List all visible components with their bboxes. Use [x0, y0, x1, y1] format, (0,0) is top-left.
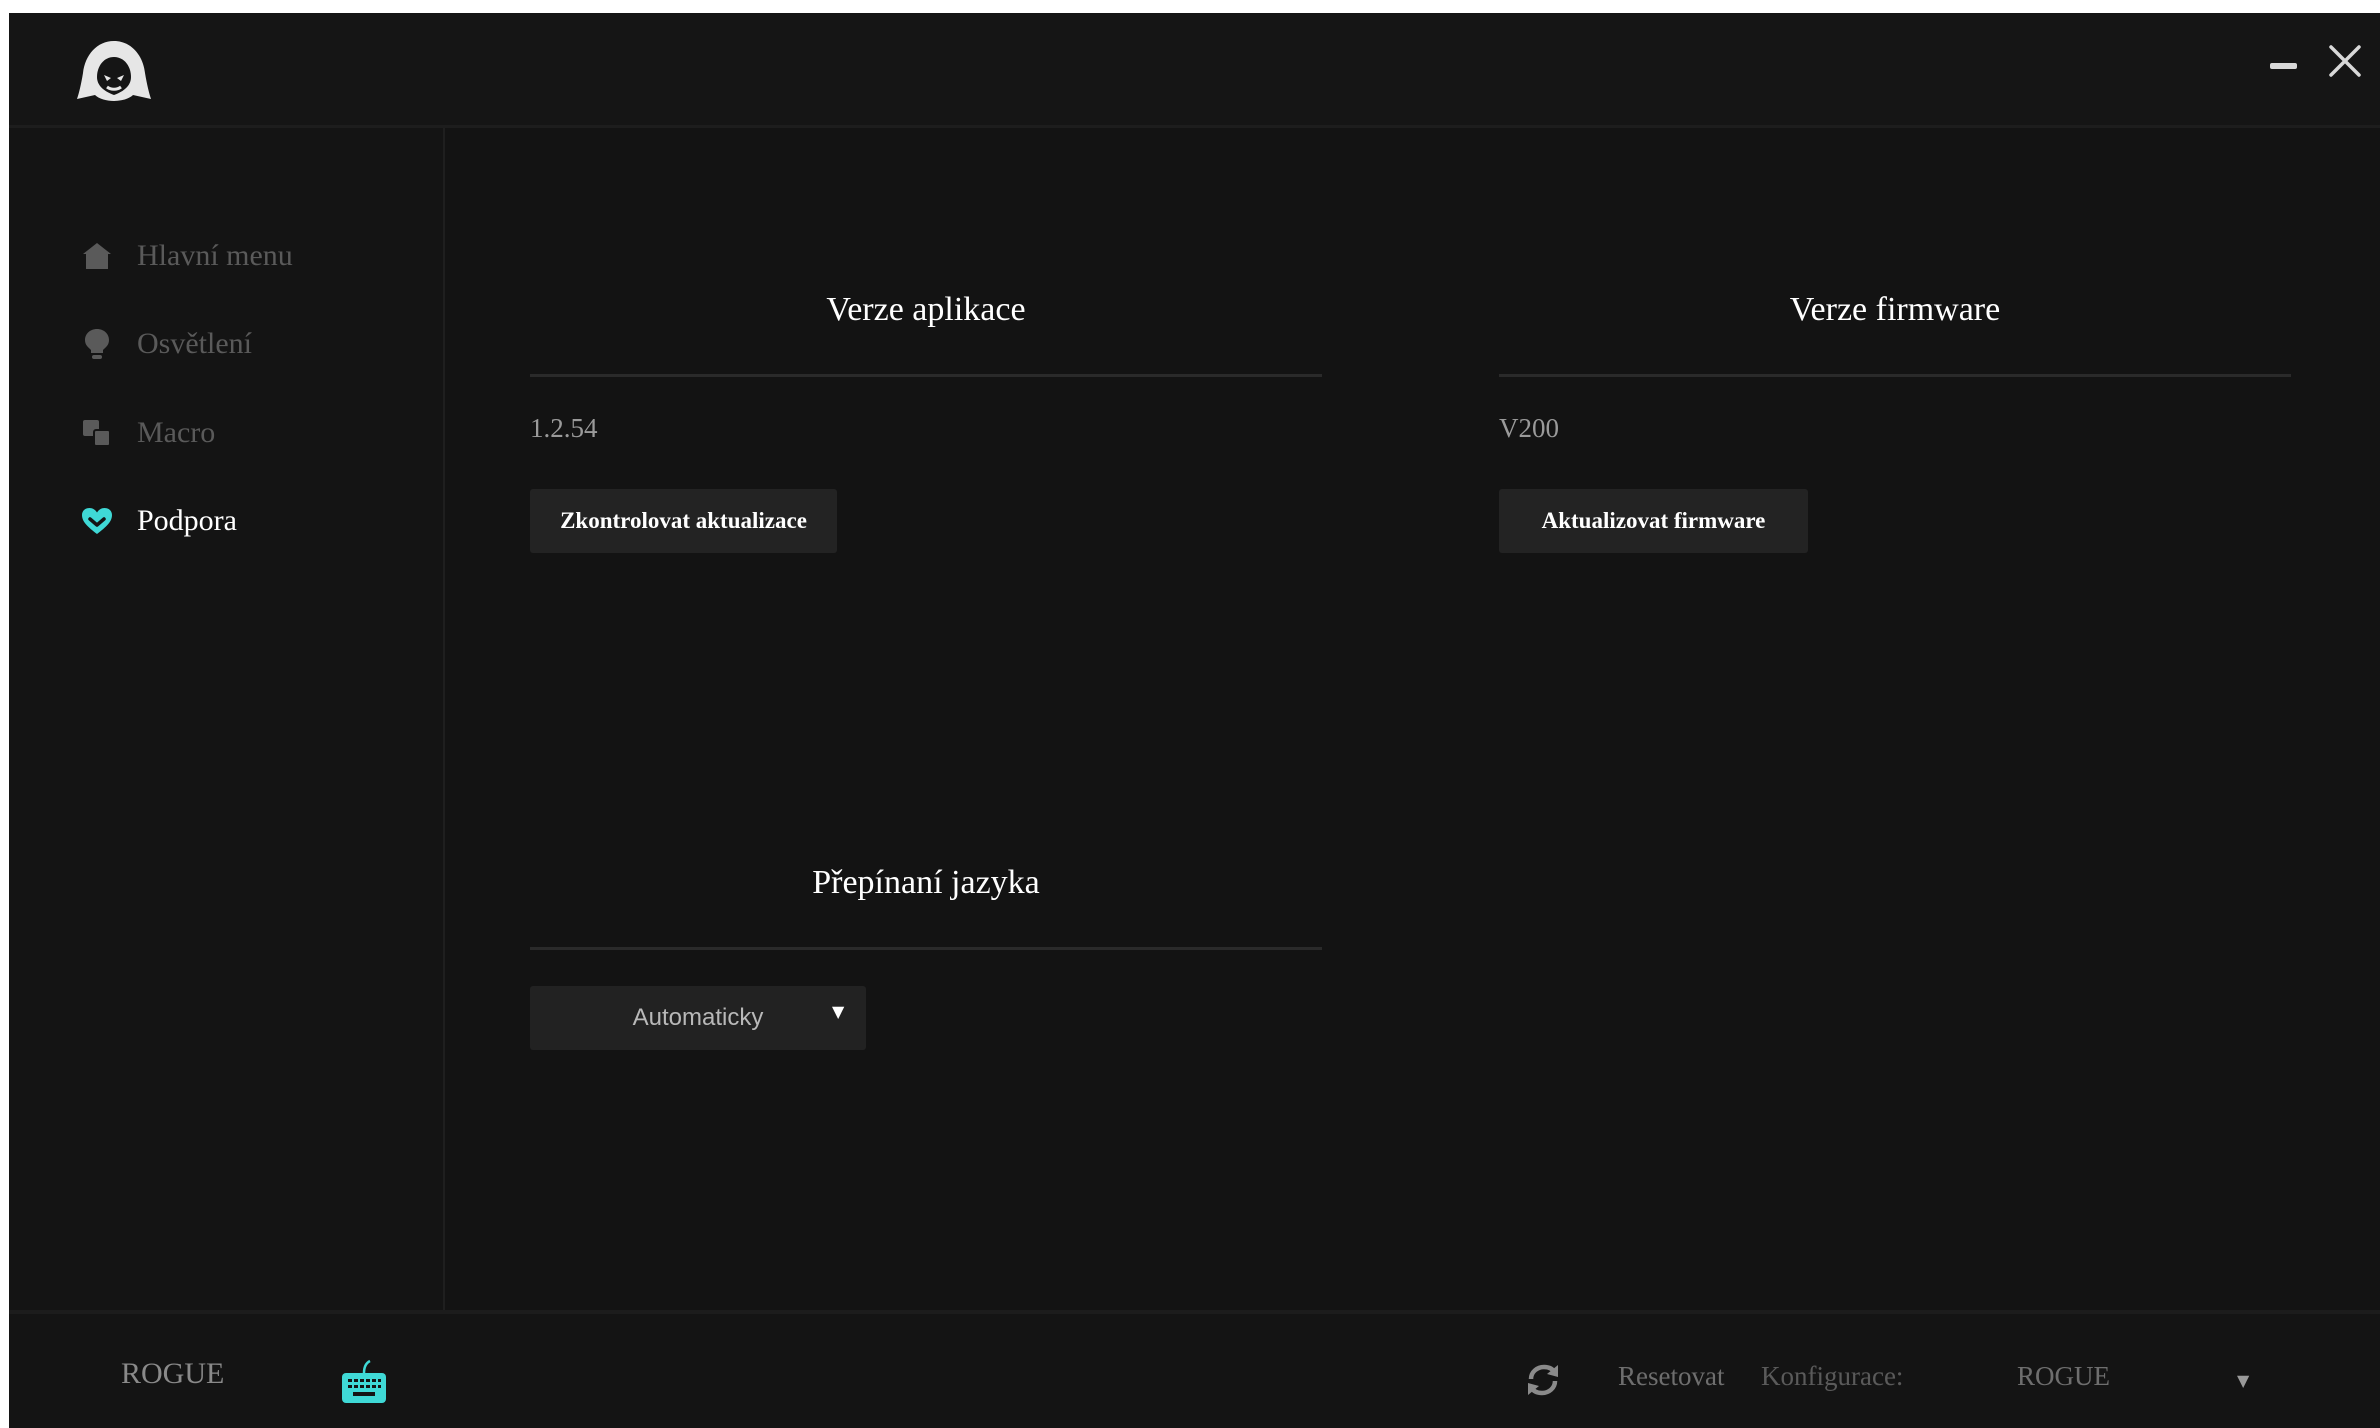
sidebar-item-label: Macro — [137, 416, 216, 449]
hooded-figure-logo-icon — [77, 41, 151, 101]
config-select-value[interactable]: ROGUE — [2017, 1361, 2110, 1392]
language-title: Přepínaní jazyka — [812, 864, 1040, 901]
sidebar-item-macro[interactable]: Macro — [81, 408, 215, 458]
refresh-icon[interactable] — [1523, 1361, 1563, 1399]
dropdown-arrow-icon: ▼ — [832, 1002, 845, 1021]
sidebar-item-label: Osvětlení — [137, 327, 252, 360]
heart-icon — [81, 505, 113, 537]
reset-button[interactable]: Resetovat — [1618, 1361, 1724, 1392]
app-version-value: 1.2.54 — [530, 413, 598, 443]
language-select-value: Automaticky — [632, 1004, 764, 1031]
sidebar-item-osvetleni[interactable]: Osvětlení — [81, 319, 252, 369]
app-window: Hlavní menu Osvětlení Macro Podpora Verz… — [9, 13, 2380, 1428]
config-label: Konfigurace: — [1761, 1361, 1904, 1391]
sidebar-divider — [443, 128, 445, 1310]
language-select[interactable]: Automaticky ▼ — [530, 986, 866, 1050]
sidebar-item-hlavni-menu[interactable]: Hlavní menu — [81, 231, 293, 281]
device-name: ROGUE — [121, 1357, 225, 1390]
sidebar — [9, 128, 443, 1310]
firmware-version-title: Verze firmware — [1789, 291, 2001, 328]
sidebar-item-podpora[interactable]: Podpora — [81, 496, 237, 546]
lightbulb-icon — [81, 328, 113, 360]
firmware-version-value: V200 — [1499, 413, 1559, 443]
app-version-title: Verze aplikace — [826, 291, 1026, 328]
sidebar-item-label: Hlavní menu — [137, 239, 293, 272]
language-divider — [530, 947, 1322, 950]
update-firmware-button[interactable]: Aktualizovat firmware — [1499, 489, 1808, 553]
minimize-button[interactable] — [2267, 47, 2301, 81]
app-version-divider — [530, 374, 1322, 377]
macro-icon — [81, 417, 113, 449]
title-bar — [9, 13, 2380, 125]
firmware-version-divider — [1499, 374, 2291, 377]
sidebar-item-label: Podpora — [137, 504, 237, 537]
home-icon — [81, 240, 113, 272]
keyboard-icon[interactable] — [340, 1359, 388, 1405]
close-icon[interactable] — [2327, 43, 2363, 79]
config-dropdown-arrow-icon[interactable]: ▼ — [2237, 1371, 2249, 1390]
check-updates-button[interactable]: Zkontrolovat aktualizace — [530, 489, 837, 553]
